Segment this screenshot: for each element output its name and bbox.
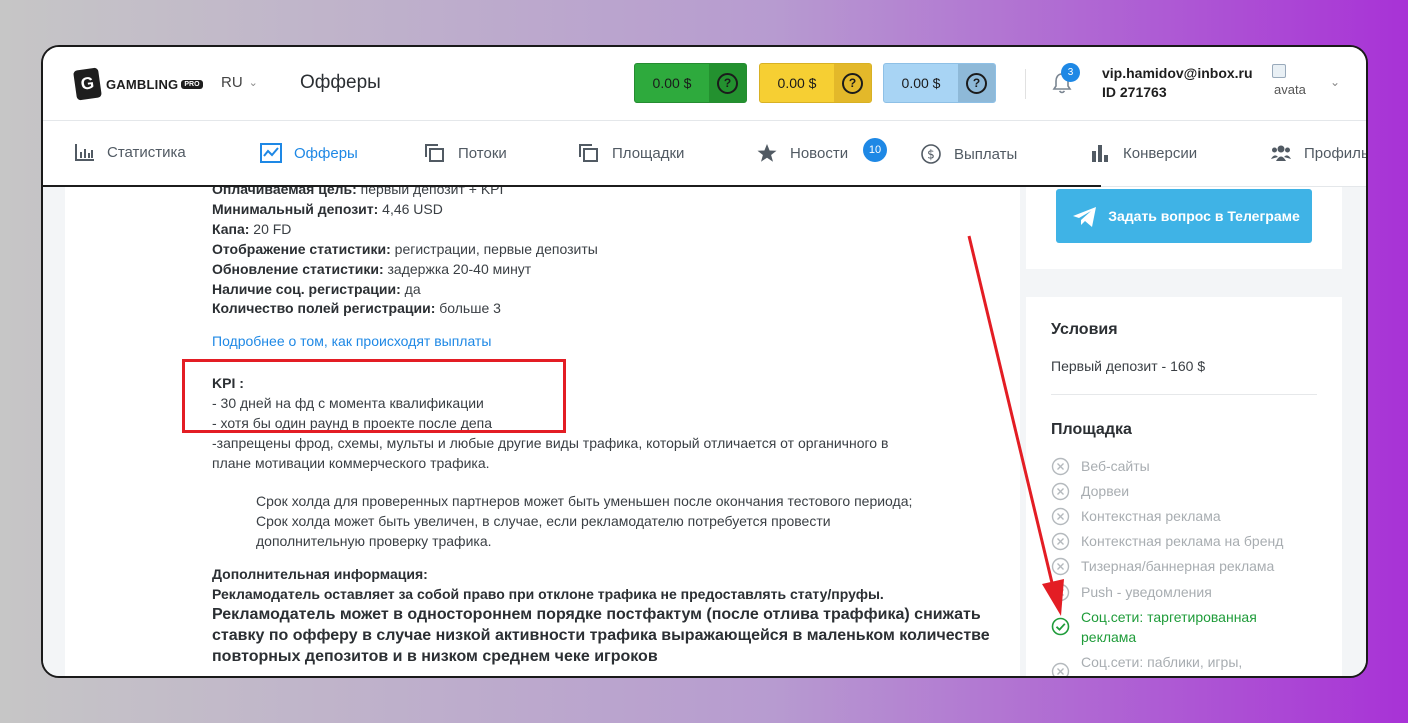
balance-amount: 0.00 $ bbox=[901, 75, 941, 91]
dollar-circle-icon: $ bbox=[921, 144, 941, 164]
users-icon bbox=[1271, 145, 1291, 161]
copy-icon bbox=[579, 144, 598, 162]
conditions-card: Условия Первый депозит - 160 $ Площадка … bbox=[1026, 297, 1342, 676]
detail-reg-fields: Количество полей регистрации: больше 3 bbox=[212, 300, 501, 316]
hold-text: Срок холда для проверенных партнеров мож… bbox=[256, 493, 913, 549]
main-area: Оплачиваемая цель: первый депозит + KPI … bbox=[43, 187, 1366, 676]
avatar-alt-text: avata bbox=[1274, 82, 1306, 97]
nav-item-streams[interactable]: Потоки bbox=[424, 143, 507, 163]
header-divider bbox=[1025, 69, 1026, 99]
platform-item: Контекстная реклама на бренд bbox=[1051, 531, 1283, 551]
balance-green[interactable]: 0.00 $ ? bbox=[634, 63, 747, 103]
balance-yellow[interactable]: 0.00 $ ? bbox=[759, 63, 872, 103]
detail-stats-update: Обновление статистики: задержка 20-40 ми… bbox=[212, 261, 532, 277]
nav-label: Новости bbox=[790, 144, 849, 162]
trend-icon bbox=[260, 143, 282, 163]
conditions-title: Условия bbox=[1051, 321, 1118, 338]
offer-description: Оплачиваемая цель: первый депозит + KPI … bbox=[65, 187, 1020, 676]
cross-circle-icon bbox=[1051, 583, 1070, 602]
nav-label: Потоки bbox=[458, 144, 507, 162]
brand-logo[interactable]: GAMBLING PRO bbox=[73, 67, 203, 101]
nav-label: Конверсии bbox=[1123, 144, 1198, 162]
platform-item: Контекстная реклама bbox=[1051, 506, 1221, 526]
nav-label: Площадки bbox=[612, 144, 685, 162]
top-header: GAMBLING PRO RU ⌄ Офферы 0.00 $ ? 0.00 $… bbox=[43, 47, 1366, 121]
detail-min-deposit: Минимальный депозит: 4,46 USD bbox=[212, 201, 443, 217]
news-count-badge: 10 bbox=[863, 138, 887, 162]
kpi-highlight-box bbox=[182, 359, 566, 433]
bars-icon bbox=[1092, 145, 1108, 162]
nav-item-statistics[interactable]: Статистика bbox=[75, 143, 186, 161]
check-circle-icon bbox=[1051, 617, 1070, 636]
platform-item-allowed: Соц.сети: таргетированная реклама bbox=[1051, 607, 1281, 647]
cross-circle-icon bbox=[1051, 662, 1070, 676]
help-icon[interactable]: ? bbox=[958, 64, 995, 102]
brand-name: GAMBLING bbox=[106, 76, 179, 92]
telegram-card: Задать вопрос в Телеграме bbox=[1026, 187, 1342, 269]
chevron-down-icon[interactable]: ⌄ bbox=[1330, 75, 1340, 89]
extra-info-title: Дополнительная информация: bbox=[212, 566, 428, 582]
extra-info: Дополнительная информация: Рекламодатель… bbox=[212, 564, 884, 604]
nav-item-conversions[interactable]: Конверсии bbox=[1089, 143, 1197, 163]
logo-cards-icon bbox=[73, 67, 102, 101]
telegram-icon bbox=[1073, 207, 1096, 227]
user-info[interactable]: vip.hamidov@inbox.ru ID 271763 bbox=[1102, 64, 1253, 102]
nav-item-news[interactable]: Новости bbox=[756, 143, 848, 163]
balance-amount: 0.00 $ bbox=[777, 75, 817, 91]
platform-item: Веб-сайты bbox=[1051, 456, 1150, 476]
conditions-text: Первый депозит - 160 $ bbox=[1051, 358, 1206, 374]
nav-item-platforms[interactable]: Площадки bbox=[578, 143, 684, 163]
avatar[interactable]: avata bbox=[1272, 64, 1312, 104]
detail-cap: Капа: 20 FD bbox=[212, 221, 292, 237]
cross-circle-icon bbox=[1051, 557, 1070, 576]
telegram-question-button[interactable]: Задать вопрос в Телеграме bbox=[1056, 189, 1312, 243]
detail-social-reg: Наличие соц. регистрации: да bbox=[212, 281, 421, 297]
user-email: vip.hamidov@inbox.ru bbox=[1102, 65, 1253, 81]
copy-icon bbox=[425, 144, 444, 162]
nav-label: Выплаты bbox=[954, 145, 1018, 163]
brand-badge: PRO bbox=[181, 79, 203, 89]
forbidden-text: -запрещены фрод, схемы, мульты и любые д… bbox=[212, 435, 889, 471]
platform-item: Push - уведомления bbox=[1051, 582, 1212, 602]
browser-frame: GAMBLING PRO RU ⌄ Офферы 0.00 $ ? 0.00 $… bbox=[41, 45, 1368, 678]
cross-circle-icon bbox=[1051, 482, 1070, 501]
bar-chart-icon bbox=[75, 144, 94, 161]
nav-item-payouts[interactable]: $ Выплаты bbox=[920, 143, 1017, 165]
nav-label: Статистика bbox=[107, 143, 186, 161]
nav-item-offers[interactable]: Офферы bbox=[260, 143, 358, 163]
main-nav: Статистика Офферы Потоки Площадки Новост… bbox=[43, 121, 1366, 187]
cross-circle-icon bbox=[1051, 507, 1070, 526]
svg-text:$: $ bbox=[927, 148, 935, 162]
detail-stats-display: Отображение статистики: регистрации, пер… bbox=[212, 241, 598, 257]
nav-item-profile[interactable]: Профиль bbox=[1270, 143, 1368, 163]
chevron-down-icon: ⌄ bbox=[248, 77, 258, 89]
extra-info-warning: Рекламодатель может в одностороннем поря… bbox=[212, 606, 990, 665]
cross-circle-icon bbox=[1051, 532, 1070, 551]
balance-amount: 0.00 $ bbox=[652, 75, 692, 91]
nav-label: Профиль bbox=[1304, 144, 1368, 162]
extra-info-line: Рекламодатель оставляет за собой право п… bbox=[212, 586, 884, 602]
platform-item: Соц.сети: паблики, игры, bbox=[1051, 652, 1242, 676]
page-title: Офферы bbox=[300, 72, 381, 93]
platform-item: Дорвеи bbox=[1051, 481, 1129, 501]
user-id: ID 271763 bbox=[1102, 84, 1167, 100]
nav-label: Офферы bbox=[294, 144, 358, 162]
platform-title: Площадка bbox=[1051, 421, 1132, 438]
help-icon[interactable]: ? bbox=[834, 64, 871, 102]
notification-count-badge: 3 bbox=[1061, 63, 1080, 82]
star-icon bbox=[757, 144, 777, 162]
language-select[interactable]: RU ⌄ bbox=[221, 74, 258, 91]
cross-circle-icon bbox=[1051, 457, 1070, 476]
language-value: RU bbox=[221, 74, 243, 91]
broken-image-icon bbox=[1272, 64, 1286, 78]
platform-item: Тизерная/баннерная реклама bbox=[1051, 556, 1274, 576]
divider bbox=[1051, 394, 1317, 395]
detail-line: Оплачиваемая цель: первый депозит + KPI bbox=[212, 187, 504, 197]
telegram-button-label: Задать вопрос в Телеграме bbox=[1108, 207, 1300, 224]
balance-blue[interactable]: 0.00 $ ? bbox=[883, 63, 996, 103]
payout-info-link[interactable]: Подробнее о том, как происходят выплаты bbox=[212, 333, 491, 349]
help-icon[interactable]: ? bbox=[709, 64, 746, 102]
